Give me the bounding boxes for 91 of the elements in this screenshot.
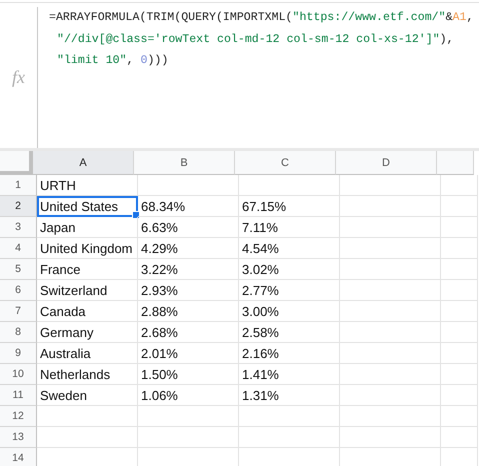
table-cell[interactable]: 1.41%	[239, 364, 340, 385]
table-cell[interactable]: Canada	[37, 301, 138, 322]
table-cell[interactable]	[37, 427, 138, 448]
table-cell[interactable]	[441, 175, 478, 196]
row-header[interactable]: 14	[0, 448, 37, 466]
table-cell[interactable]	[239, 427, 340, 448]
table-cell[interactable]	[340, 217, 441, 238]
table-cell[interactable]: 2.58%	[239, 322, 340, 343]
row-header[interactable]: 10	[0, 364, 37, 385]
table-cell[interactable]: Australia	[37, 343, 138, 364]
table-cell[interactable]	[138, 175, 239, 196]
table-cell[interactable]: Sweden	[37, 385, 138, 406]
table-cell[interactable]	[340, 385, 441, 406]
table-cell[interactable]	[37, 406, 138, 427]
row-header[interactable]: 9	[0, 343, 37, 364]
table-cell[interactable]	[441, 427, 478, 448]
table-cell[interactable]: 67.15%	[239, 196, 340, 217]
table-cell[interactable]	[441, 385, 478, 406]
table-cell[interactable]	[340, 175, 441, 196]
table-cell[interactable]: URTH	[37, 175, 138, 196]
column-header[interactable]: D	[336, 151, 437, 175]
table-cell[interactable]	[441, 301, 478, 322]
table-cell[interactable]: France	[37, 259, 138, 280]
table-cell[interactable]	[340, 238, 441, 259]
table-cell[interactable]	[340, 322, 441, 343]
table-cell[interactable]	[340, 406, 441, 427]
table-cell[interactable]	[138, 427, 239, 448]
table-cell[interactable]	[340, 259, 441, 280]
table-cell[interactable]	[441, 322, 478, 343]
table-cell[interactable]: 2.77%	[239, 280, 340, 301]
row-header[interactable]: 3	[0, 217, 37, 238]
table-cell[interactable]: 2.68%	[138, 322, 239, 343]
table-cell[interactable]	[340, 280, 441, 301]
row-header[interactable]: 5	[0, 259, 37, 280]
table-cell[interactable]: 7.11%	[239, 217, 340, 238]
table-cell[interactable]: United Kingdom	[37, 238, 138, 259]
table-cell[interactable]	[340, 301, 441, 322]
table-cell[interactable]: Japan	[37, 217, 138, 238]
table-cell[interactable]	[441, 280, 478, 301]
table-cell[interactable]	[441, 217, 478, 238]
table-cell[interactable]: Germany	[37, 322, 138, 343]
table-cell[interactable]	[441, 343, 478, 364]
table-cell[interactable]: United States	[37, 196, 138, 217]
table-cell[interactable]: 68.34%	[138, 196, 239, 217]
select-all-corner[interactable]	[0, 151, 33, 175]
table-cell[interactable]: 1.31%	[239, 385, 340, 406]
table-cell[interactable]	[441, 196, 478, 217]
column-header[interactable]	[437, 151, 474, 175]
row-header[interactable]: 6	[0, 280, 37, 301]
fx-label: fx	[12, 67, 25, 88]
table-cell[interactable]: 2.93%	[138, 280, 239, 301]
table-cell[interactable]	[441, 406, 478, 427]
table-cell[interactable]: 4.29%	[138, 238, 239, 259]
table-cell[interactable]	[340, 427, 441, 448]
row-header[interactable]: 13	[0, 427, 37, 448]
table-cell[interactable]: 2.88%	[138, 301, 239, 322]
formula-bar[interactable]: fx =ARRAYFORMULA(TRIM(QUERY(IMPORTXML("https://www.etf.com/"&A1, "//div[@class='rowText col-md-12 col-sm-12 col-xs-12']"), "limit 10", 0)))	[0, 2, 479, 148]
table-cell[interactable]: Switzerland	[37, 280, 138, 301]
column-header[interactable]: A	[33, 151, 134, 175]
table-cell[interactable]: 2.16%	[239, 343, 340, 364]
table-cell[interactable]: 3.22%	[138, 259, 239, 280]
table-cell[interactable]	[239, 406, 340, 427]
table-cell[interactable]	[340, 343, 441, 364]
column-header[interactable]: C	[235, 151, 336, 175]
table-cell[interactable]	[239, 175, 340, 196]
table-cell[interactable]: Netherlands	[37, 364, 138, 385]
table-cell[interactable]: 3.00%	[239, 301, 340, 322]
row-header[interactable]: 7	[0, 301, 37, 322]
table-cell[interactable]: 3.02%	[239, 259, 340, 280]
table-cell[interactable]	[441, 364, 478, 385]
formula-line: "limit 10", 0)))	[56, 53, 170, 69]
table-cell[interactable]	[340, 196, 441, 217]
table-cell[interactable]: 1.06%	[138, 385, 239, 406]
table-cell[interactable]: 6.63%	[138, 217, 239, 238]
column-header[interactable]: B	[134, 151, 235, 175]
table-cell[interactable]: 2.01%	[138, 343, 239, 364]
table-cell[interactable]	[340, 364, 441, 385]
formula-line: =ARRAYFORMULA(TRIM(QUERY(IMPORTXML("https://www.etf.com/"&A1,	[49, 10, 474, 26]
row-header[interactable]: 8	[0, 322, 37, 343]
table-cell[interactable]	[138, 406, 239, 427]
row-header[interactable]: 1	[0, 175, 37, 196]
table-cell[interactable]: 1.50%	[138, 364, 239, 385]
row-header[interactable]: 2	[0, 196, 37, 217]
table-cell[interactable]	[441, 259, 478, 280]
formula-line: "//div[@class='rowText col-md-12 col-sm-12 col-xs-12']"),	[56, 32, 455, 48]
row-header[interactable]: 4	[0, 238, 37, 259]
table-cell[interactable]	[441, 238, 478, 259]
row-header[interactable]: 12	[0, 406, 37, 427]
table-cell[interactable]: 4.54%	[239, 238, 340, 259]
fill-handle[interactable]	[132, 211, 140, 219]
row-header[interactable]: 11	[0, 385, 37, 406]
